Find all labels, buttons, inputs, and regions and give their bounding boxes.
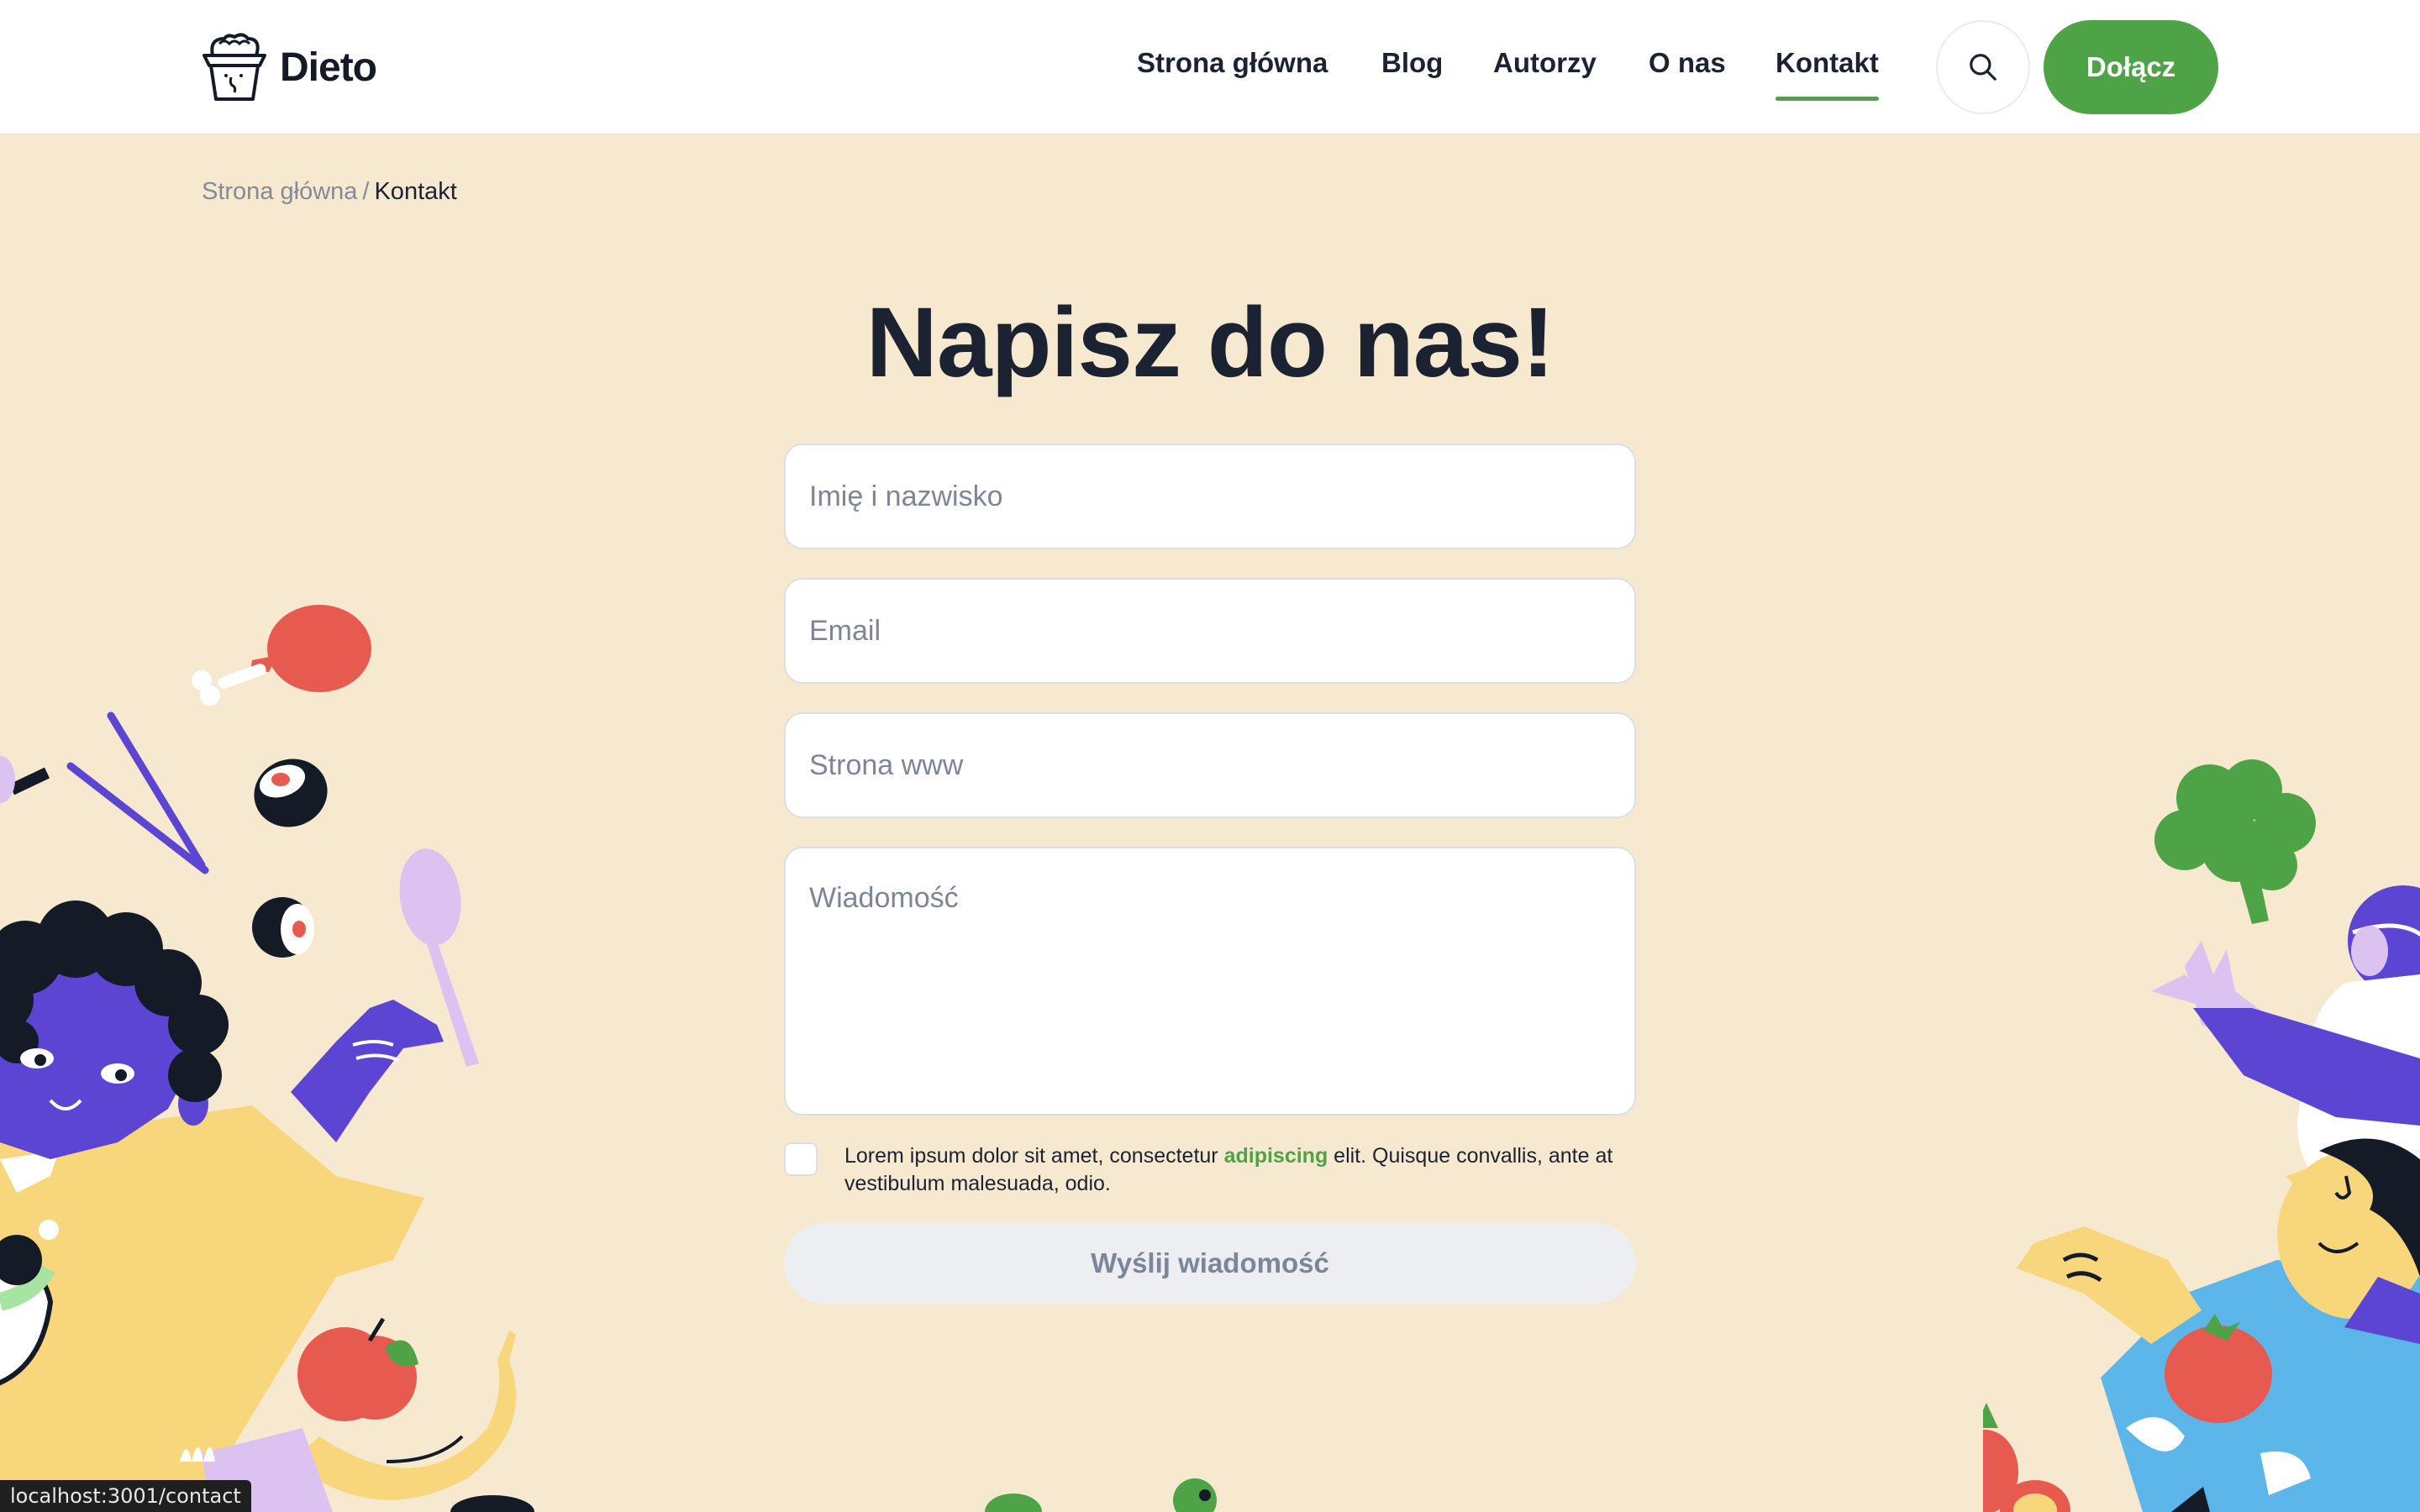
consent-link[interactable]: adipiscing <box>1224 1144 1328 1168</box>
consent-text-before: Lorem ipsum dolor sit amet, consectetur <box>844 1144 1224 1168</box>
breadcrumb-current: Kontakt <box>374 178 457 205</box>
consent-checkbox[interactable] <box>784 1142 818 1176</box>
email-input[interactable] <box>784 578 1636 684</box>
nav-item-authors[interactable]: Autorzy <box>1493 47 1597 79</box>
search-button[interactable] <box>1936 20 2030 114</box>
nav-item-blog[interactable]: Blog <box>1381 47 1443 79</box>
apple-icon <box>297 1317 418 1421</box>
site-header: Dieto Strona główna Blog Autorzy O nas K… <box>0 0 2420 134</box>
left-food-illustration <box>0 605 534 1512</box>
browser-status-url: localhost:3001/contact <box>0 1480 251 1512</box>
sushi-icon <box>254 759 328 827</box>
broccoli-icon <box>2154 759 2316 924</box>
breadcrumb-separator: / <box>362 178 370 205</box>
chicken-leg-icon <box>192 605 371 706</box>
sushi-icon <box>252 897 314 958</box>
nav-item-about[interactable]: O nas <box>1649 47 1726 79</box>
bottom-peas-illustration <box>985 1478 1217 1512</box>
right-food-illustration <box>1983 759 2420 1512</box>
breadcrumb-home-link[interactable]: Strona główna <box>202 178 357 205</box>
consent-text: Lorem ipsum dolor sit amet, consectetur … <box>844 1142 1636 1198</box>
chopsticks-icon <box>66 711 209 874</box>
consent-row: Lorem ipsum dolor sit amet, consectetur … <box>784 1142 1636 1198</box>
join-button[interactable]: Dołącz <box>2044 20 2218 114</box>
send-message-button[interactable]: Wyślij wiadomość <box>784 1223 1636 1304</box>
message-textarea[interactable] <box>784 847 1636 1116</box>
nav-item-home[interactable]: Strona główna <box>1137 47 1328 79</box>
breadcrumb: Strona główna / Kontakt <box>202 178 457 206</box>
search-icon <box>1970 54 1996 81</box>
website-input[interactable] <box>784 712 1636 818</box>
name-input[interactable] <box>784 444 1636 549</box>
page-title: Napisz do nas! <box>865 287 1555 398</box>
nav-item-contact[interactable]: Kontakt <box>1776 47 1879 101</box>
